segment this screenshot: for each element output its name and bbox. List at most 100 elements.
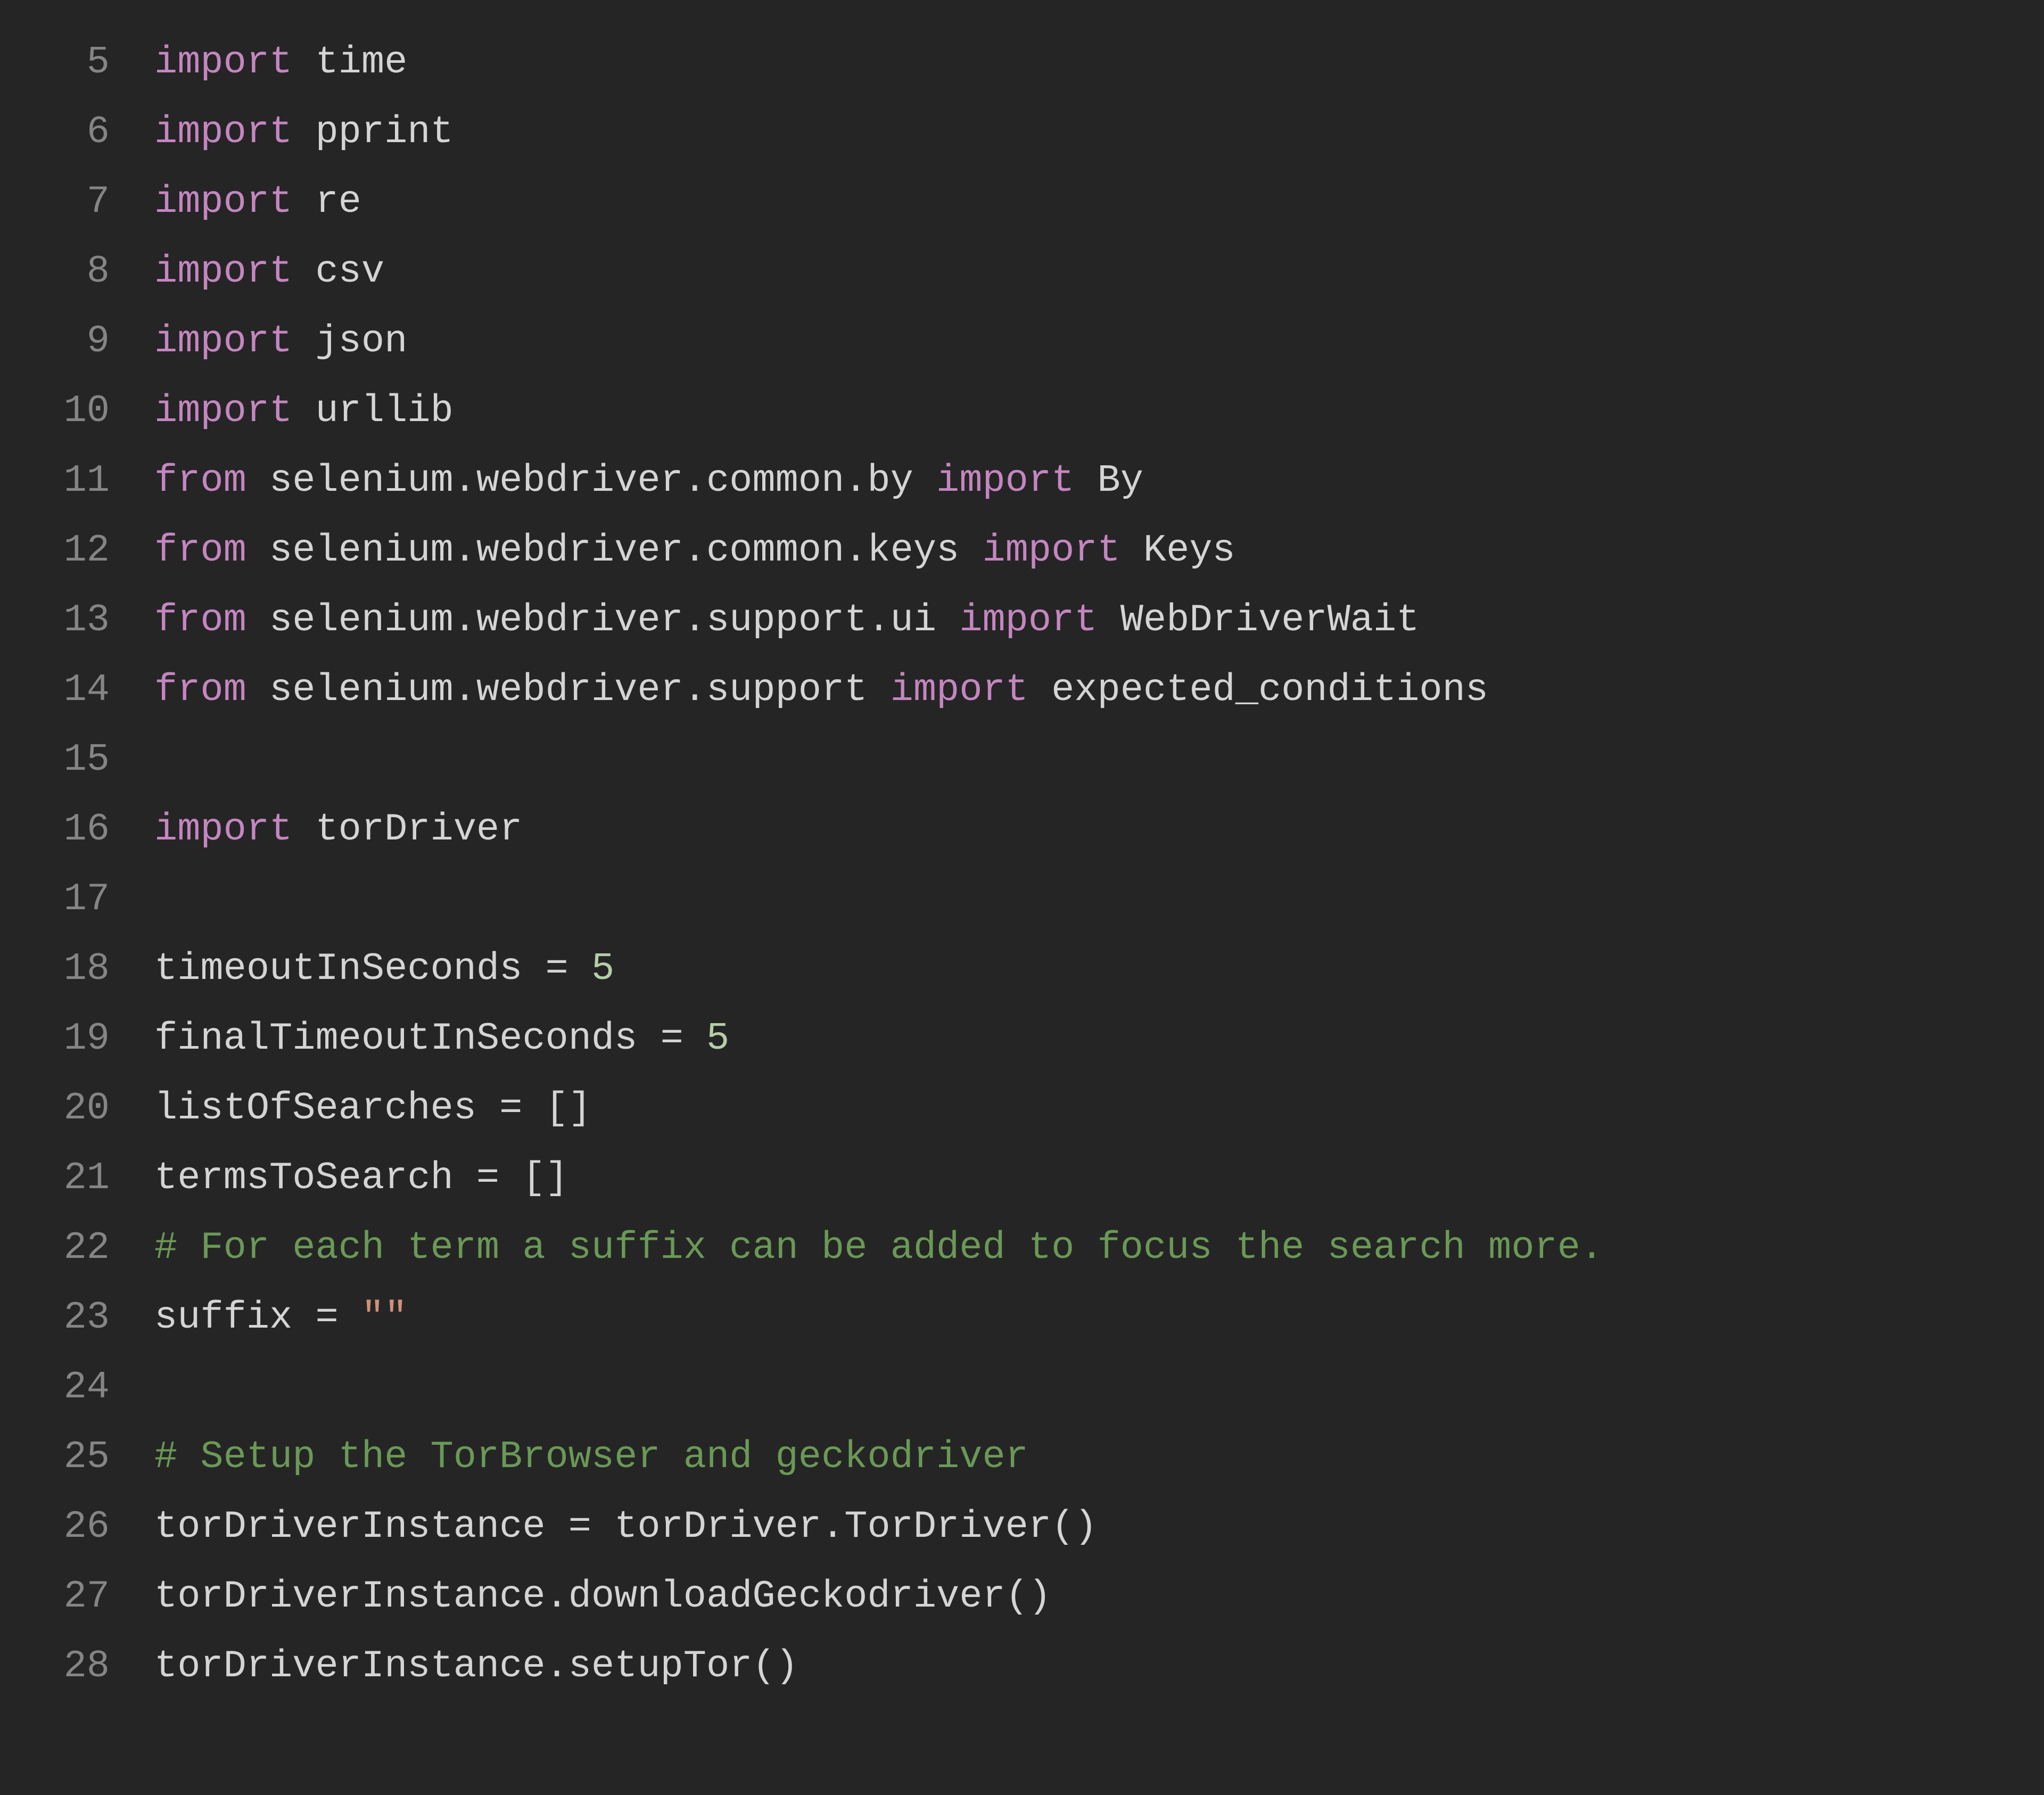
code-content[interactable]: suffix = "" bbox=[154, 1283, 2044, 1353]
token-kw: import bbox=[154, 319, 292, 363]
code-line[interactable]: 9import json bbox=[0, 307, 2044, 376]
line-number: 21 bbox=[0, 1143, 154, 1213]
token-kw: import bbox=[936, 459, 1074, 503]
line-number: 23 bbox=[0, 1283, 154, 1353]
line-number: 18 bbox=[0, 934, 154, 1004]
code-line[interactable]: 21termsToSearch = [] bbox=[0, 1143, 2044, 1213]
code-line[interactable]: 10import urllib bbox=[0, 376, 2044, 446]
code-content[interactable]: from selenium.webdriver.common.keys impo… bbox=[154, 516, 2044, 586]
token-kw: import bbox=[154, 808, 292, 851]
token-op: = bbox=[546, 947, 568, 991]
line-number: 19 bbox=[0, 1004, 154, 1074]
code-line[interactable]: 15 bbox=[0, 725, 2044, 795]
token-str: "" bbox=[361, 1296, 407, 1339]
token-id: csv bbox=[292, 250, 384, 293]
token-kw: import bbox=[891, 668, 1028, 712]
line-number: 5 bbox=[0, 28, 154, 97]
code-line[interactable]: 18timeoutInSeconds = 5 bbox=[0, 934, 2044, 1004]
token-id: time bbox=[292, 40, 407, 84]
token-id: termsToSearch bbox=[154, 1156, 476, 1200]
line-number: 12 bbox=[0, 516, 154, 586]
code-content[interactable]: torDriverInstance = torDriver.TorDriver(… bbox=[154, 1492, 2044, 1562]
line-number: 26 bbox=[0, 1492, 154, 1562]
line-number: 28 bbox=[0, 1632, 154, 1701]
token-num: 5 bbox=[591, 947, 614, 991]
code-editor[interactable]: 5import time6import pprint7import re8imp… bbox=[0, 0, 2044, 1795]
code-content[interactable]: import pprint bbox=[154, 97, 2044, 167]
token-kw: import bbox=[154, 389, 292, 433]
token-id: WebDriverWait bbox=[1098, 598, 1420, 642]
code-line[interactable]: 11from selenium.webdriver.common.by impo… bbox=[0, 446, 2044, 516]
token-num: 5 bbox=[706, 1017, 729, 1060]
token-kw: from bbox=[154, 668, 246, 712]
code-content[interactable]: torDriverInstance.downloadGeckodriver() bbox=[154, 1562, 2044, 1632]
token-id: selenium.webdriver.support bbox=[246, 668, 891, 712]
code-content[interactable]: import time bbox=[154, 28, 2044, 97]
code-line[interactable]: 28torDriverInstance.setupTor() bbox=[0, 1632, 2044, 1701]
token-id bbox=[339, 1296, 361, 1339]
code-line[interactable]: 23suffix = "" bbox=[0, 1283, 2044, 1353]
token-id: torDriverInstance bbox=[154, 1505, 568, 1549]
code-line[interactable]: 5import time bbox=[0, 28, 2044, 97]
token-id: [] bbox=[522, 1086, 591, 1130]
token-kw: import bbox=[982, 529, 1120, 572]
line-number: 17 bbox=[0, 864, 154, 934]
token-kw: import bbox=[154, 40, 292, 84]
code-content[interactable]: import torDriver bbox=[154, 795, 2044, 864]
code-content[interactable]: from selenium.webdriver.support.ui impor… bbox=[154, 586, 2044, 655]
token-id: selenium.webdriver.common.keys bbox=[246, 529, 983, 572]
line-number: 24 bbox=[0, 1353, 154, 1422]
code-content[interactable]: import urllib bbox=[154, 376, 2044, 446]
code-line[interactable]: 16import torDriver bbox=[0, 795, 2044, 864]
code-content[interactable]: torDriverInstance.setupTor() bbox=[154, 1632, 2044, 1701]
code-content[interactable]: listOfSearches = [] bbox=[154, 1074, 2044, 1143]
code-line[interactable]: 27torDriverInstance.downloadGeckodriver(… bbox=[0, 1562, 2044, 1632]
code-content[interactable]: termsToSearch = [] bbox=[154, 1143, 2044, 1213]
code-line[interactable]: 19finalTimeoutInSeconds = 5 bbox=[0, 1004, 2044, 1074]
code-line[interactable]: 26torDriverInstance = torDriver.TorDrive… bbox=[0, 1492, 2044, 1562]
token-id: By bbox=[1074, 459, 1143, 503]
token-kw: import bbox=[154, 110, 292, 154]
line-number: 11 bbox=[0, 446, 154, 516]
code-line[interactable]: 12from selenium.webdriver.common.keys im… bbox=[0, 516, 2044, 586]
line-number: 25 bbox=[0, 1422, 154, 1492]
token-id: torDriver.TorDriver() bbox=[591, 1505, 1098, 1549]
code-line[interactable]: 22# For each term a suffix can be added … bbox=[0, 1213, 2044, 1283]
code-content[interactable]: from selenium.webdriver.support import e… bbox=[154, 655, 2044, 725]
code-content[interactable]: import json bbox=[154, 307, 2044, 376]
code-line[interactable]: 13from selenium.webdriver.support.ui imp… bbox=[0, 586, 2044, 655]
code-content[interactable]: import csv bbox=[154, 237, 2044, 307]
code-content[interactable]: timeoutInSeconds = 5 bbox=[154, 934, 2044, 1004]
code-content[interactable]: from selenium.webdriver.common.by import… bbox=[154, 446, 2044, 516]
code-content[interactable]: # Setup the TorBrowser and geckodriver bbox=[154, 1422, 2044, 1492]
token-op: = bbox=[661, 1017, 683, 1060]
code-content[interactable]: finalTimeoutInSeconds = 5 bbox=[154, 1004, 2044, 1074]
token-id: selenium.webdriver.support.ui bbox=[246, 598, 959, 642]
code-line[interactable]: 25# Setup the TorBrowser and geckodriver bbox=[0, 1422, 2044, 1492]
code-line[interactable]: 8import csv bbox=[0, 237, 2044, 307]
token-id: expected_conditions bbox=[1028, 668, 1488, 712]
token-id: Keys bbox=[1120, 529, 1235, 572]
code-content[interactable]: # For each term a suffix can be added to… bbox=[154, 1213, 2044, 1283]
token-kw: import bbox=[154, 180, 292, 224]
line-number: 9 bbox=[0, 307, 154, 376]
token-kw: from bbox=[154, 529, 246, 572]
token-kw: import bbox=[154, 250, 292, 293]
line-number: 13 bbox=[0, 586, 154, 655]
code-content[interactable]: import re bbox=[154, 167, 2044, 237]
token-id: pprint bbox=[292, 110, 453, 154]
token-kw: from bbox=[154, 598, 246, 642]
token-id: torDriverInstance.downloadGeckodriver() bbox=[154, 1575, 1051, 1618]
token-cmt: # Setup the TorBrowser and geckodriver bbox=[154, 1435, 1028, 1479]
code-line[interactable]: 20listOfSearches = [] bbox=[0, 1074, 2044, 1143]
code-line[interactable]: 14from selenium.webdriver.support import… bbox=[0, 655, 2044, 725]
line-number: 22 bbox=[0, 1213, 154, 1283]
token-id bbox=[683, 1017, 706, 1060]
code-line[interactable]: 17 bbox=[0, 864, 2044, 934]
code-line[interactable]: 7import re bbox=[0, 167, 2044, 237]
token-op: = bbox=[476, 1156, 499, 1200]
line-number: 6 bbox=[0, 97, 154, 167]
code-line[interactable]: 24 bbox=[0, 1353, 2044, 1422]
code-line[interactable]: 6import pprint bbox=[0, 97, 2044, 167]
token-id: suffix bbox=[154, 1296, 315, 1339]
